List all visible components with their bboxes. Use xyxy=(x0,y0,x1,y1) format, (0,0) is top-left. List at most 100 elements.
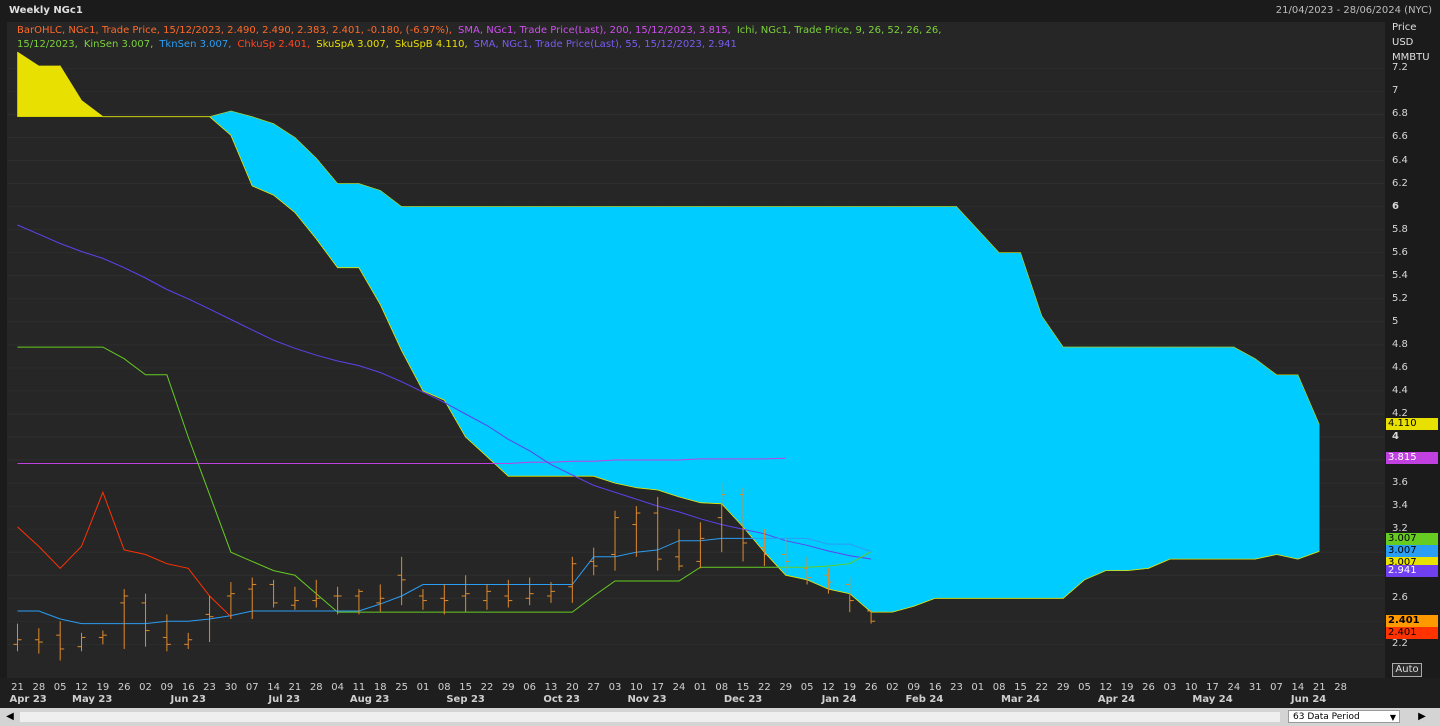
x-tick-label: 29 xyxy=(1056,682,1070,693)
kumo-cloud-segment xyxy=(721,206,744,528)
legend-ichi[interactable]: Ichi, NGc1, Trade Price, 9, 26, 52, 26, … xyxy=(737,25,942,36)
x-tick-label: 01 xyxy=(694,682,707,693)
value-badge: 4.110 xyxy=(1386,418,1438,431)
legend-tknsen: TknSen 3.007, xyxy=(159,39,232,50)
x-tick-label: 22 xyxy=(480,682,494,693)
kumo-cloud-segment xyxy=(956,205,979,599)
scroll-left-arrow-icon[interactable]: ◀ xyxy=(4,711,16,723)
kumo-cloud-segment xyxy=(764,206,787,576)
kumo-cloud-segment xyxy=(977,228,1000,599)
x-month-label: Oct 23 xyxy=(543,694,580,705)
value-badge: 3.007 xyxy=(1386,545,1438,558)
x-tick-label: 17 xyxy=(1206,682,1219,693)
x-tick-label: 01 xyxy=(971,682,985,693)
kumo-cloud-segment xyxy=(614,206,637,489)
x-month-label: Jun 24 xyxy=(1290,694,1327,705)
x-tick-label: 21 xyxy=(288,682,302,693)
x-tick-label: 23 xyxy=(950,682,963,693)
y-tick-label: 2.2 xyxy=(1392,638,1408,650)
y-tick-label: 4.4 xyxy=(1392,384,1408,396)
kumo-cloud-segment xyxy=(1041,315,1064,599)
kumo-cloud-segment xyxy=(934,206,957,599)
x-tick-label: 31 xyxy=(1248,682,1262,693)
y-tick-label: 4.2 xyxy=(1392,407,1408,419)
kumo-cloud-segment xyxy=(1190,346,1213,560)
x-month-label: Dec 23 xyxy=(723,694,763,705)
x-tick-label: 23 xyxy=(203,682,216,693)
x-tick-label: 10 xyxy=(629,682,643,693)
y-tick-label: 3.4 xyxy=(1392,500,1408,512)
auto-scale-button[interactable]: Auto xyxy=(1392,663,1422,677)
data-period-select[interactable]: 63 Data Period ▼ xyxy=(1288,710,1400,723)
kumo-cloud-segment xyxy=(678,206,701,504)
kumo-cloud-segment xyxy=(379,189,402,351)
kumo-cloud-segment xyxy=(465,206,488,458)
value-badge: 2.401 xyxy=(1386,627,1438,640)
x-tick-label: 14 xyxy=(1291,682,1305,693)
x-tick-label: 24 xyxy=(672,682,686,693)
scroll-track[interactable] xyxy=(20,712,1280,722)
kumo-cloud-segment xyxy=(636,206,659,491)
value-badge: 3.815 xyxy=(1386,452,1438,465)
x-tick-label: 27 xyxy=(587,682,601,693)
kumo-cloud-segment xyxy=(1105,346,1128,571)
x-month-label: Jun 23 xyxy=(170,694,206,705)
y-tick-label: 6.2 xyxy=(1392,177,1408,189)
kumo-cloud-segment xyxy=(657,206,680,498)
value-badge: 2.401 xyxy=(1386,615,1438,628)
x-tick-label: 26 xyxy=(1142,682,1155,693)
x-tick-label: 08 xyxy=(437,682,451,693)
y-axis-unit-measure: MMBTU xyxy=(1392,52,1430,63)
x-tick-label: 09 xyxy=(907,682,921,693)
kumo-cloud-segment xyxy=(1148,346,1171,569)
kumo-cloud-segment xyxy=(422,206,445,401)
kumo-cloud-segment xyxy=(1084,346,1107,581)
y-tick-label: 5.8 xyxy=(1392,223,1408,235)
kumo-cloud-segment xyxy=(251,116,274,196)
y-tick-label: 4.6 xyxy=(1392,361,1408,373)
x-tick-label: 06 xyxy=(523,682,537,693)
x-tick-label: 12 xyxy=(822,682,835,693)
x-tick-label: 02 xyxy=(139,682,152,693)
chevron-down-icon: ▼ xyxy=(1389,713,1396,722)
legend-sma-200[interactable]: SMA, NGc1, Trade Price(Last), 200, 15/12… xyxy=(458,25,731,36)
y-tick-label: 6.6 xyxy=(1392,131,1408,143)
legend-chkusp: ChkuSp 2.401, xyxy=(237,39,311,50)
x-month-label: May 24 xyxy=(1192,694,1233,705)
legend: BarOHLC, NGc1, Trade Price, 15/12/2023, … xyxy=(17,24,1017,52)
x-tick-label: 28 xyxy=(309,682,323,693)
x-tick-label: 11 xyxy=(352,682,366,693)
x-month-label: Jul 23 xyxy=(268,694,301,705)
scrollbar[interactable]: ◀ 63 Data Period ▼ ▶ xyxy=(0,708,1440,726)
x-tick-label: 12 xyxy=(75,682,88,693)
x-tick-label: 07 xyxy=(245,682,259,693)
legend-sma-55[interactable]: SMA, NGc1, Trade Price(Last), 55, 15/12/… xyxy=(474,39,737,50)
y-axis-unit-price: Price xyxy=(1392,22,1417,33)
kumo-cloud-segment xyxy=(806,206,829,590)
data-period-label: 63 Data Period xyxy=(1293,712,1360,722)
x-tick-label: 15 xyxy=(459,682,472,693)
x-tick-label: 26 xyxy=(864,682,878,693)
kumo-cloud-segment xyxy=(785,206,808,581)
x-tick-label: 29 xyxy=(501,682,515,693)
x-month-label: Sep 23 xyxy=(446,694,485,705)
scroll-right-arrow-icon[interactable]: ▶ xyxy=(1416,711,1428,723)
legend-bar-ohlc[interactable]: BarOHLC, NGc1, Trade Price, 15/12/2023, … xyxy=(17,25,452,36)
x-tick-label: 16 xyxy=(181,682,195,693)
kumo-cloud-segment xyxy=(1276,374,1299,560)
x-tick-label: 05 xyxy=(53,682,67,693)
kumo-cloud-segment xyxy=(38,65,61,117)
x-tick-label: 16 xyxy=(928,682,942,693)
chart-canvas[interactable] xyxy=(0,0,1440,726)
y-tick-label: 7.2 xyxy=(1392,62,1408,74)
y-tick-label: 6.8 xyxy=(1392,108,1408,120)
x-tick-label: 15 xyxy=(736,682,750,693)
x-tick-label: 12 xyxy=(1099,682,1113,693)
kumo-cloud-segment xyxy=(273,123,296,214)
x-tick-label: 07 xyxy=(1270,682,1283,693)
kumo-cloud-segment xyxy=(828,206,851,595)
legend-kinsen: KinSen 3.007, xyxy=(83,39,154,50)
x-month-label: Apr 23 xyxy=(9,694,47,705)
kumo-cloud-segment xyxy=(1212,346,1235,560)
x-tick-label: 20 xyxy=(565,682,579,693)
